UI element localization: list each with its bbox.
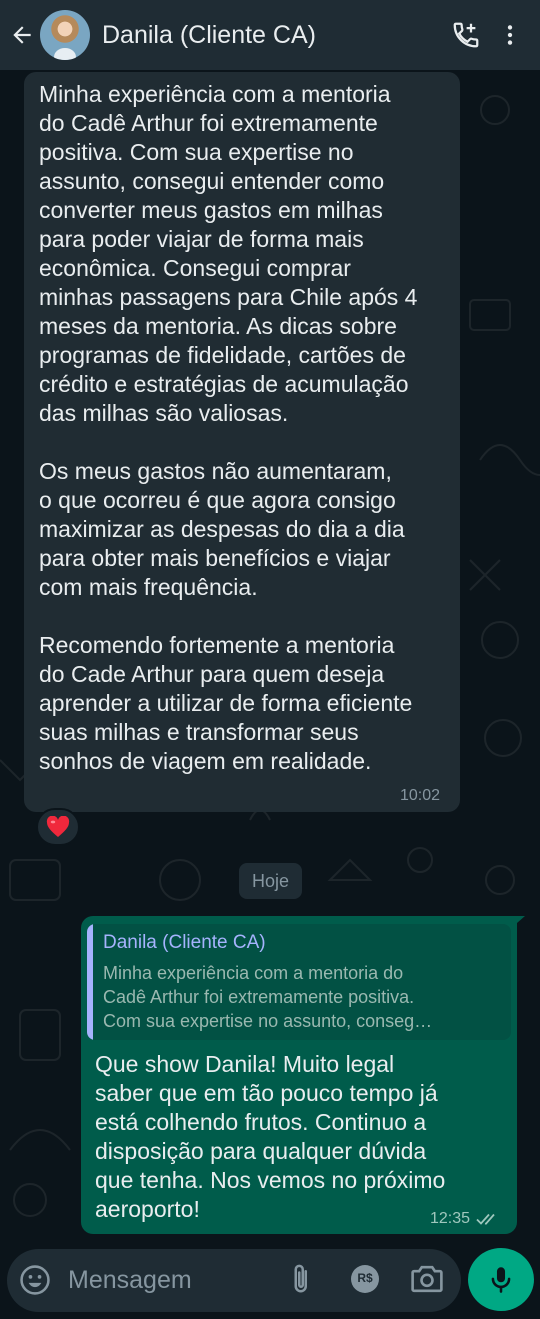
chat-header: Danila (Cliente CA) xyxy=(0,0,540,70)
emoji-button[interactable] xyxy=(18,1263,52,1302)
quoted-message[interactable]: Danila (Cliente CA) Minha experiência co… xyxy=(87,924,511,1040)
attach-icon xyxy=(294,1264,307,1293)
message-input[interactable] xyxy=(68,1262,278,1298)
contact-avatar[interactable] xyxy=(40,10,90,60)
outgoing-message-meta: 12:35 xyxy=(430,1210,500,1228)
quote-author: Danila (Cliente CA) xyxy=(103,932,266,953)
camera-icon xyxy=(411,1265,443,1293)
quote-accent-bar xyxy=(87,924,93,1040)
incoming-message-text: Minha experiência com a mentoria do Cadê… xyxy=(39,81,418,774)
back-arrow-icon xyxy=(13,26,31,44)
more-vert-icon xyxy=(507,25,513,45)
heart-reaction[interactable] xyxy=(36,808,80,846)
attach-button[interactable] xyxy=(287,1262,317,1303)
add-call-button[interactable] xyxy=(444,0,488,70)
payment-button[interactable]: R$ xyxy=(350,1264,380,1299)
date-divider: Hoje xyxy=(239,863,302,899)
more-options-button[interactable] xyxy=(488,0,532,70)
outgoing-message-text: Que show Danila! Muito legal saber que e… xyxy=(95,1051,446,1222)
double-check-icon xyxy=(476,1213,495,1225)
outgoing-message-time: 12:35 xyxy=(430,1210,471,1227)
back-button[interactable] xyxy=(4,0,40,70)
incoming-message-time: 10:02 xyxy=(400,787,441,804)
contact-name[interactable]: Danila (Cliente CA) xyxy=(102,21,444,50)
heart-icon xyxy=(46,816,70,837)
quote-line: Com sua expertise no assunto, conseg… xyxy=(103,1011,433,1031)
quote-line: Cadê Arthur foi extremamente positiva. xyxy=(103,987,415,1007)
payment-label: R$ xyxy=(357,1271,373,1285)
camera-button[interactable] xyxy=(410,1264,444,1299)
outgoing-bubble-tail xyxy=(509,916,525,930)
voice-message-button[interactable] xyxy=(468,1248,534,1311)
emoji-icon xyxy=(20,1265,50,1295)
quote-text: Minha experiência com a mentoria do Cadê… xyxy=(103,961,503,1033)
quote-line: Minha experiência com a mentoria do xyxy=(103,963,404,983)
add-call-icon xyxy=(453,22,479,48)
mic-icon xyxy=(491,1266,511,1293)
